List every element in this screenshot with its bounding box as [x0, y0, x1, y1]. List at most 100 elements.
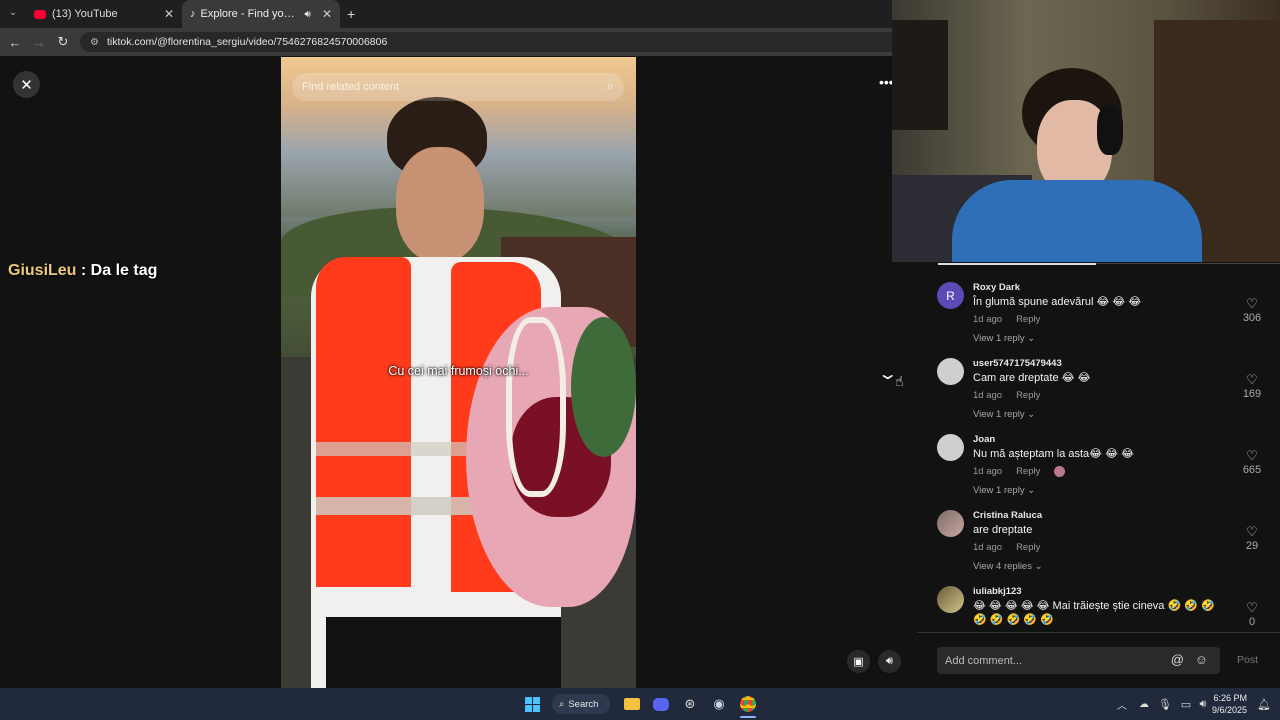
webcam-headphones: [1097, 105, 1123, 155]
comment-username[interactable]: Cristina Raluca: [973, 510, 1042, 521]
view-replies-label: View 1 reply: [973, 333, 1025, 344]
webcam-person-shirt: [952, 180, 1202, 262]
chevron-up-icon[interactable]: ︿: [1112, 695, 1132, 713]
view-replies-button[interactable]: View 1 reply ⌄: [973, 409, 1035, 420]
like-button[interactable]: ♡ 306: [1237, 296, 1267, 324]
view-replies-label: View 4 replies: [973, 561, 1032, 572]
comments-panel: R Roxy Dark În glumă spune adevărul 😂 😂 …: [917, 262, 1280, 688]
like-count: 665: [1242, 464, 1262, 476]
post-button[interactable]: Post: [1237, 654, 1258, 666]
related-search-placeholder: Find related content: [302, 81, 400, 93]
comment-username[interactable]: Joan: [973, 434, 995, 445]
active-app-indicator: [740, 716, 756, 718]
view-replies-button[interactable]: View 1 reply ⌄: [973, 485, 1035, 496]
avatar[interactable]: [937, 358, 964, 385]
speaker-icon[interactable]: 🔊︎: [305, 9, 311, 20]
reload-icon[interactable]: ↻: [54, 33, 72, 51]
steam-icon[interactable]: ◉: [709, 695, 729, 713]
search-icon: ⌕: [559, 698, 565, 710]
view-replies-button[interactable]: View 1 reply ⌄: [973, 333, 1035, 344]
heart-icon: ♡: [1246, 448, 1258, 463]
search-icon[interactable]: ⌕: [607, 78, 614, 94]
volume-button[interactable]: 🔊︎: [878, 650, 901, 673]
comment-time: 1d ago: [973, 542, 1003, 553]
windows-start-icon[interactable]: [522, 695, 542, 713]
tab-tiktok[interactable]: ♪ Explore - Find your favourit 🔊︎ ✕: [182, 0, 340, 28]
video-caption: Cu cei mai frumoși ochi...: [388, 364, 529, 378]
add-comment-placeholder: Add comment...: [945, 654, 1023, 667]
chrome-icon[interactable]: [738, 695, 758, 713]
tab-youtube[interactable]: (13) YouTube ✕: [26, 0, 182, 28]
mention-icon[interactable]: @: [1171, 652, 1184, 667]
comment-item: Joan Nu mă așteptam la asta😂 😂 😂 1d ago R…: [937, 434, 1277, 504]
heart-icon: ♡: [1246, 600, 1258, 615]
comment-text: 😂 😂 😂 😂 😂 Mai trăiește știe cineva 🤣 🤣 🤣…: [973, 600, 1215, 626]
view-replies-button[interactable]: View 4 replies ⌄: [973, 561, 1043, 572]
tiktok-icon: ♪: [190, 8, 196, 20]
taskbar-search[interactable]: ⌕ Search: [552, 694, 610, 714]
comment-time: 1d ago: [973, 466, 1003, 478]
video-bouquet-leaves: [571, 317, 636, 457]
taskbar-search-label: Search: [568, 698, 599, 710]
comment-text: Cam are dreptate 😂 😂: [973, 372, 1091, 384]
comment-item: iuliabkj123 😂 😂 😂 😂 😂 Mai trăiește știe …: [937, 586, 1277, 636]
comment-username[interactable]: iuliabkj123: [973, 586, 1022, 597]
close-video-button[interactable]: ✕: [13, 71, 40, 98]
add-comment-input[interactable]: Add comment... @ ☺: [937, 647, 1220, 674]
tab-tiktok-title: Explore - Find your favourit: [200, 8, 301, 20]
url-field[interactable]: ⚙ tiktok.com/@florentina_sergiu/video/75…: [80, 32, 892, 52]
microphone-icon[interactable]: 🎙︎: [1155, 695, 1175, 713]
tab-search-icon[interactable]: ⌄: [6, 7, 20, 21]
reply-button[interactable]: Reply: [1016, 466, 1040, 477]
tray-app-icon[interactable]: ☁: [1134, 695, 1154, 713]
back-icon[interactable]: ←: [6, 33, 24, 51]
emoji-icon[interactable]: ☺: [1195, 652, 1208, 667]
like-count: 306: [1242, 312, 1262, 324]
reply-button[interactable]: Reply: [1016, 314, 1040, 325]
chat-username: GiusiLeu: [8, 262, 77, 279]
forward-icon[interactable]: →: [30, 33, 48, 51]
comment-username[interactable]: Roxy Dark: [973, 282, 1020, 293]
like-button[interactable]: ♡ 665: [1237, 448, 1267, 476]
comment-item: user5747175479443 Cam are dreptate 😂 😂 1…: [937, 358, 1277, 428]
new-tab-button[interactable]: +: [347, 6, 355, 22]
site-settings-icon[interactable]: ⚙: [90, 37, 99, 48]
discord-icon[interactable]: [651, 695, 671, 713]
avatar[interactable]: R: [937, 282, 964, 309]
speaker-icon[interactable]: 🔊︎: [1193, 695, 1213, 713]
comment-username[interactable]: user5747175479443: [973, 358, 1062, 369]
clock-date: 9/6/2025: [1212, 705, 1248, 715]
avatar[interactable]: [937, 510, 964, 537]
close-icon[interactable]: ✕: [322, 7, 332, 21]
like-count: 0: [1248, 616, 1256, 628]
app-icon[interactable]: ⊛: [680, 695, 700, 713]
video-person-pants: [326, 617, 561, 688]
view-replies-label: View 1 reply: [973, 485, 1025, 496]
close-icon[interactable]: ✕: [164, 7, 174, 21]
youtube-icon: [34, 9, 46, 19]
heart-icon: ♡: [1246, 296, 1258, 311]
avatar[interactable]: [937, 434, 964, 461]
related-search-input[interactable]: Find related content ⌕: [292, 73, 624, 101]
heart-icon: ♡: [1246, 372, 1258, 387]
taskbar-clock[interactable]: 6:26 PM 9/6/2025: [1212, 692, 1247, 716]
like-button[interactable]: ♡ 0: [1237, 600, 1267, 628]
chat-message: : Da le tag: [80, 262, 158, 279]
video-person-vest-left: [316, 257, 411, 587]
clock-time: 6:26 PM: [1213, 693, 1248, 703]
stream-chat-overlay: GiusiLeu : Da le tag: [8, 262, 157, 280]
like-button[interactable]: ♡ 169: [1237, 372, 1267, 400]
webcam-picture: [892, 20, 948, 130]
reply-button[interactable]: Reply: [1016, 542, 1040, 553]
avatar[interactable]: [937, 586, 964, 613]
file-explorer-icon[interactable]: [622, 695, 642, 713]
comment-time: 1d ago: [973, 314, 1003, 325]
tab-youtube-title: (13) YouTube: [52, 8, 118, 20]
like-button[interactable]: ♡ 29: [1237, 524, 1267, 552]
miniplayer-button[interactable]: ▣: [847, 650, 870, 673]
video-ribbon: [506, 317, 566, 497]
reply-button[interactable]: Reply: [1016, 390, 1040, 401]
comments-divider: [917, 632, 1280, 633]
notification-icon[interactable]: 🔔︎: [1254, 695, 1274, 713]
comment-time: 1d ago: [973, 390, 1003, 401]
